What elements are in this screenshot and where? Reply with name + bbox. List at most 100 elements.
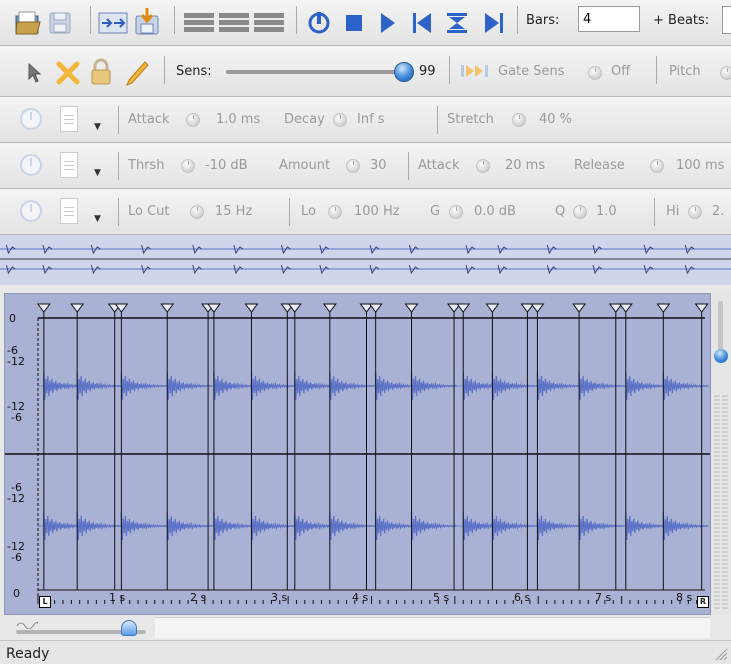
slice-marker[interactable] bbox=[36, 303, 51, 313]
waveform-hit bbox=[410, 371, 457, 401]
center-slice-icon[interactable] bbox=[446, 12, 468, 34]
locut-value: 15 Hz bbox=[215, 204, 253, 219]
pitch-label: Pitch bbox=[669, 64, 701, 79]
waveform-hit bbox=[578, 371, 625, 401]
compressor-power-icon[interactable] bbox=[20, 154, 42, 176]
sens-value: 99 bbox=[419, 64, 436, 79]
fit-to-tempo-icon[interactable] bbox=[98, 11, 128, 35]
envelope-preset-icon[interactable] bbox=[60, 106, 78, 132]
envelope-power-icon[interactable] bbox=[20, 108, 42, 130]
comp-release-knob[interactable] bbox=[650, 159, 664, 173]
pencil-tool-icon[interactable] bbox=[125, 60, 149, 86]
pointer-tool-icon[interactable] bbox=[28, 63, 42, 83]
compressor-preset-icon[interactable] bbox=[60, 152, 78, 178]
slice-view-a-icon[interactable] bbox=[184, 13, 214, 33]
env-stretch-label: Stretch bbox=[447, 112, 494, 127]
compressor-preset-caret-icon[interactable]: ▼ bbox=[94, 168, 101, 178]
slice-marker[interactable] bbox=[485, 303, 500, 313]
horizontal-zoom-knob[interactable] bbox=[121, 620, 137, 636]
sens-slider[interactable] bbox=[226, 61, 415, 83]
gate-sens-icon[interactable] bbox=[461, 64, 489, 78]
open-folder-icon[interactable] bbox=[14, 10, 42, 36]
eq-preset-icon[interactable] bbox=[60, 198, 78, 224]
hi-label: Hi bbox=[666, 204, 680, 219]
save-icon[interactable] bbox=[48, 11, 72, 35]
lo-knob[interactable] bbox=[328, 205, 342, 219]
waveform-view[interactable]: 0 -6 -12 -12 -6 -6 -12 -12 -6 0 1 s 2 s … bbox=[4, 293, 711, 615]
slice-marker[interactable] bbox=[572, 303, 587, 313]
lo-label: Lo bbox=[301, 204, 316, 219]
pitch-knob[interactable] bbox=[720, 66, 731, 80]
lock-tool-icon[interactable] bbox=[89, 58, 113, 86]
left-locator-marker[interactable]: L bbox=[39, 596, 51, 608]
comp-attack-knob[interactable] bbox=[476, 159, 490, 173]
horizontal-scrollbar[interactable] bbox=[155, 617, 710, 638]
slice-marker[interactable] bbox=[244, 303, 259, 313]
panel-separator bbox=[437, 106, 438, 134]
play-from-slice-icon[interactable] bbox=[307, 11, 331, 35]
env-decay-value: Inf s bbox=[357, 112, 385, 127]
thrsh-knob[interactable] bbox=[181, 159, 195, 173]
waveform-hit bbox=[536, 371, 583, 401]
amount-knob[interactable] bbox=[346, 159, 360, 173]
slice-marker[interactable] bbox=[70, 303, 85, 313]
slice-marker[interactable] bbox=[160, 303, 175, 313]
overview-divider bbox=[0, 285, 731, 293]
time-label: 7 s bbox=[595, 591, 612, 604]
g-value: 0.0 dB bbox=[474, 204, 516, 219]
comp-attack-label: Attack bbox=[418, 158, 460, 173]
lo-value: 100 Hz bbox=[354, 204, 400, 219]
slice-marker[interactable] bbox=[530, 303, 545, 313]
waveform-hit bbox=[491, 371, 538, 401]
slice-marker[interactable] bbox=[608, 303, 623, 313]
beats-input[interactable] bbox=[722, 6, 731, 34]
eq-power-icon[interactable] bbox=[20, 200, 42, 222]
slice-marker[interactable] bbox=[456, 303, 471, 313]
env-decay-knob[interactable] bbox=[333, 113, 347, 127]
delete-tool-icon[interactable] bbox=[56, 61, 80, 85]
slice-marker[interactable] bbox=[520, 303, 535, 313]
slice-view-c-icon[interactable] bbox=[254, 13, 284, 33]
time-label: 8 s bbox=[676, 591, 693, 604]
waveform-canvas[interactable] bbox=[5, 294, 710, 614]
db-label: 0 bbox=[9, 312, 16, 325]
waveform-hit bbox=[578, 511, 625, 541]
envelope-preset-caret-icon[interactable]: ▼ bbox=[94, 122, 101, 132]
waveform-hit bbox=[76, 511, 123, 541]
slice-marker[interactable] bbox=[618, 303, 633, 313]
resize-grip-icon[interactable] bbox=[714, 647, 728, 661]
hi-knob[interactable] bbox=[688, 205, 702, 219]
q-knob[interactable] bbox=[573, 205, 587, 219]
toolbar-separator bbox=[517, 6, 518, 34]
g-knob[interactable] bbox=[449, 205, 463, 219]
time-label: 2 s bbox=[190, 591, 207, 604]
env-stretch-knob[interactable] bbox=[512, 113, 526, 127]
vertical-zoom-knob[interactable] bbox=[714, 349, 728, 363]
db-label: -6 bbox=[11, 551, 22, 564]
slice-marker[interactable] bbox=[404, 303, 419, 313]
eq-panel: ▼ Lo Cut 15 Hz Lo 100 Hz G 0.0 dB Q 1.0 … bbox=[0, 189, 731, 235]
next-slice-icon[interactable] bbox=[484, 12, 504, 34]
slice-marker[interactable] bbox=[656, 303, 671, 313]
play-icon[interactable] bbox=[379, 12, 397, 34]
sens-slider-knob[interactable] bbox=[394, 62, 415, 82]
status-bar: Ready bbox=[0, 640, 731, 664]
overview-strip[interactable] bbox=[0, 235, 731, 285]
slice-marker[interactable] bbox=[694, 303, 709, 313]
bars-input[interactable] bbox=[578, 6, 640, 32]
waveform-hit bbox=[329, 371, 376, 401]
env-attack-knob[interactable] bbox=[186, 113, 200, 127]
right-locator-marker[interactable]: R bbox=[697, 596, 709, 608]
locut-label: Lo Cut bbox=[128, 204, 170, 219]
previous-slice-icon[interactable] bbox=[412, 12, 432, 34]
stop-icon[interactable] bbox=[345, 14, 363, 32]
gate-sens-knob[interactable] bbox=[588, 66, 602, 80]
locut-knob[interactable] bbox=[190, 205, 204, 219]
time-label: 1 s bbox=[109, 591, 126, 604]
slice-marker[interactable] bbox=[322, 303, 337, 313]
eq-preset-caret-icon[interactable]: ▼ bbox=[94, 214, 101, 224]
save-slices-icon[interactable] bbox=[134, 8, 162, 36]
slice-marker[interactable] bbox=[368, 303, 383, 313]
slice-view-b-icon[interactable] bbox=[219, 13, 249, 33]
amount-value: 30 bbox=[370, 158, 387, 173]
